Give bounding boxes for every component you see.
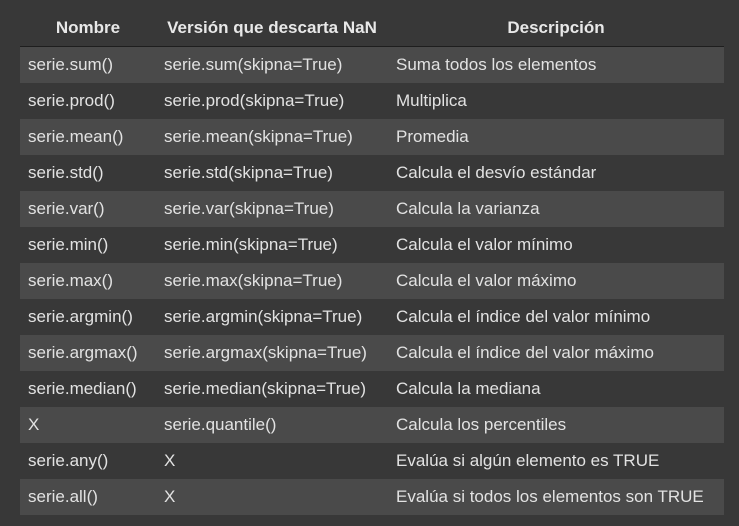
table-row: serie.sum() serie.sum(skipna=True) Suma … [20, 46, 724, 83]
cell-descripcion: Evalúa si todos los elementos son TRUE [388, 479, 724, 515]
header-version-nan: Versión que descarta NaN [156, 10, 388, 47]
table-row: serie.all() X Evalúa si todos los elemen… [20, 479, 724, 515]
table-row: serie.max() serie.max(skipna=True) Calcu… [20, 263, 724, 299]
table-header: Nombre Versión que descarta NaN Descripc… [20, 10, 724, 47]
table-row: serie.median() serie.median(skipna=True)… [20, 371, 724, 407]
cell-version-nan: serie.argmax(skipna=True) [156, 335, 388, 371]
cell-descripcion: Evalúa si algún elemento es TRUE [388, 443, 724, 479]
cell-nombre: serie.median() [20, 371, 156, 407]
cell-nombre: serie.argmax() [20, 335, 156, 371]
cell-nombre: X [20, 407, 156, 443]
table-row: serie.min() serie.min(skipna=True) Calcu… [20, 227, 724, 263]
table-row: serie.any() X Evalúa si algún elemento e… [20, 443, 724, 479]
cell-version-nan: serie.min(skipna=True) [156, 227, 388, 263]
cell-descripcion: Calcula el índice del valor máximo [388, 335, 724, 371]
cell-version-nan: serie.quantile() [156, 407, 388, 443]
table-row: serie.argmax() serie.argmax(skipna=True)… [20, 335, 724, 371]
cell-version-nan: serie.prod(skipna=True) [156, 83, 388, 119]
cell-version-nan: X [156, 479, 388, 515]
cell-nombre: serie.var() [20, 191, 156, 227]
cell-descripcion: Calcula el valor máximo [388, 263, 724, 299]
cell-version-nan: serie.max(skipna=True) [156, 263, 388, 299]
table-row: serie.argmin() serie.argmin(skipna=True)… [20, 299, 724, 335]
cell-descripcion: Promedia [388, 119, 724, 155]
cell-version-nan: serie.std(skipna=True) [156, 155, 388, 191]
functions-table: Nombre Versión que descarta NaN Descripc… [20, 10, 724, 515]
table-row: serie.var() serie.var(skipna=True) Calcu… [20, 191, 724, 227]
header-row: Nombre Versión que descarta NaN Descripc… [20, 10, 724, 47]
cell-descripcion: Calcula el valor mínimo [388, 227, 724, 263]
cell-nombre: serie.prod() [20, 83, 156, 119]
cell-nombre: serie.any() [20, 443, 156, 479]
cell-descripcion: Calcula el desvío estándar [388, 155, 724, 191]
cell-version-nan: serie.mean(skipna=True) [156, 119, 388, 155]
cell-nombre: serie.max() [20, 263, 156, 299]
table-row: serie.prod() serie.prod(skipna=True) Mul… [20, 83, 724, 119]
cell-descripcion: Calcula el índice del valor mínimo [388, 299, 724, 335]
cell-nombre: serie.all() [20, 479, 156, 515]
table-body: serie.sum() serie.sum(skipna=True) Suma … [20, 46, 724, 515]
cell-descripcion: Calcula la mediana [388, 371, 724, 407]
cell-nombre: serie.sum() [20, 46, 156, 83]
cell-descripcion: Calcula los percentiles [388, 407, 724, 443]
table-row: X serie.quantile() Calcula los percentil… [20, 407, 724, 443]
header-nombre: Nombre [20, 10, 156, 47]
cell-nombre: serie.mean() [20, 119, 156, 155]
cell-descripcion: Multiplica [388, 83, 724, 119]
table-row: serie.std() serie.std(skipna=True) Calcu… [20, 155, 724, 191]
table-row: serie.mean() serie.mean(skipna=True) Pro… [20, 119, 724, 155]
cell-nombre: serie.min() [20, 227, 156, 263]
cell-version-nan: X [156, 443, 388, 479]
cell-descripcion: Calcula la varianza [388, 191, 724, 227]
cell-descripcion: Suma todos los elementos [388, 46, 724, 83]
cell-nombre: serie.argmin() [20, 299, 156, 335]
cell-version-nan: serie.argmin(skipna=True) [156, 299, 388, 335]
cell-version-nan: serie.median(skipna=True) [156, 371, 388, 407]
header-descripcion: Descripción [388, 10, 724, 47]
table-container: Nombre Versión que descarta NaN Descripc… [20, 10, 724, 515]
cell-version-nan: serie.var(skipna=True) [156, 191, 388, 227]
cell-version-nan: serie.sum(skipna=True) [156, 46, 388, 83]
cell-nombre: serie.std() [20, 155, 156, 191]
